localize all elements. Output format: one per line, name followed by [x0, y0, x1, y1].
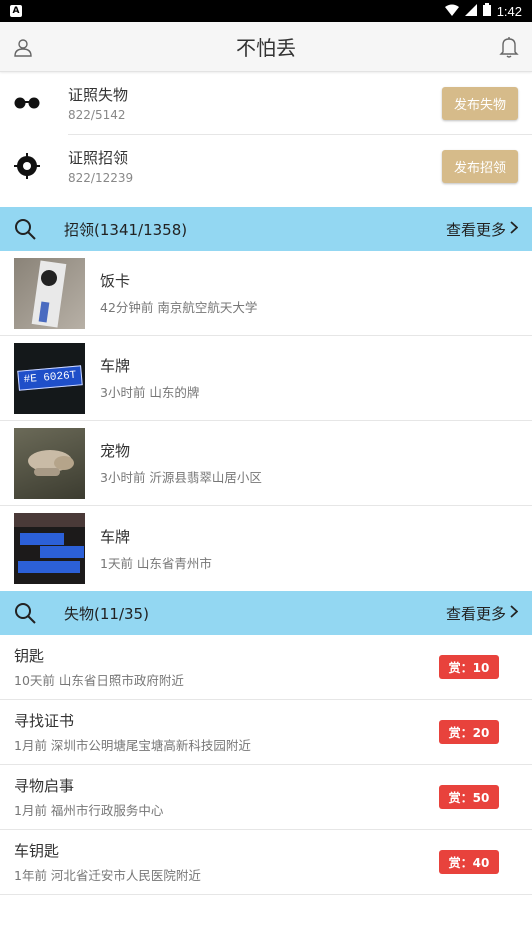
signal-icon [464, 3, 477, 19]
person-icon[interactable] [10, 34, 36, 60]
search-icon[interactable] [14, 218, 38, 240]
post-row-name: 证照招领 [68, 149, 129, 167]
post-row-found: 证照招领 822/12239 发布招领 [0, 135, 532, 197]
list-item[interactable]: 车牌 1天前 山东省青州市 [0, 506, 532, 591]
item-meta: 1月前 深圳市公明塘尾宝塘高新科技园附近 [14, 738, 251, 753]
post-found-button[interactable]: 发布招领 [441, 149, 518, 183]
target-icon [14, 153, 40, 179]
item-meta: 1月前 福州市行政服务中心 [14, 803, 164, 818]
list-item[interactable]: 宠物 3小时前 沂源县翡翠山居小区 [0, 421, 532, 506]
post-row-name: 证照失物 [68, 86, 129, 104]
wifi-icon [444, 4, 459, 19]
post-row-stat: 822/12239 [68, 171, 134, 185]
reward-badge: 赏：50 [439, 785, 499, 809]
post-row-stat: 822/5142 [68, 108, 126, 122]
card-photo [14, 257, 85, 329]
item-meta: 10天前 山东省日照市政府附近 [14, 673, 184, 688]
dog-photo [14, 427, 85, 499]
notification-icon: A [10, 5, 22, 17]
item-meta: 3小时前 山东的牌 [100, 385, 200, 400]
glasses-icon [14, 97, 40, 109]
clock: 1:42 [496, 3, 522, 19]
search-icon[interactable] [14, 602, 38, 624]
found-list: 饭卡 42分钟前 南京航空航天大学 #E 6026T 车牌 3小时前 山东的牌 … [0, 251, 532, 591]
item-title: 车牌 [100, 357, 131, 375]
found-view-more-link[interactable]: 查看更多 [445, 219, 519, 240]
lost-section-header: 失物(11/35) 查看更多 [0, 591, 532, 635]
chevron-right-icon [510, 220, 519, 238]
item-meta: 3小时前 沂源县翡翠山居小区 [100, 470, 262, 485]
post-lost-button[interactable]: 发布失物 [441, 86, 518, 120]
page-title: 不怕丢 [236, 36, 296, 60]
plate-text: #E 6026T [23, 369, 77, 386]
item-title: 车牌 [100, 527, 131, 546]
view-more-label: 查看更多 [445, 220, 506, 239]
plates-photo [14, 513, 85, 584]
reward-badge: 赏：40 [439, 850, 499, 874]
reward-badge: 赏：10 [439, 655, 499, 679]
item-title: 宠物 [100, 442, 131, 460]
reward-badge: 赏：20 [439, 720, 499, 744]
lost-list: 钥匙 10天前 山东省日照市政府附近 赏：10 寻找证书 1月前 深圳市公明塘尾… [0, 635, 532, 895]
list-item[interactable]: 寻物启事 1月前 福州市行政服务中心 赏：50 [0, 765, 532, 830]
lost-section-label: 失物(11/35) [64, 604, 149, 623]
item-title: 饭卡 [100, 272, 131, 290]
item-meta: 42分钟前 南京航空航天大学 [100, 300, 258, 315]
item-title: 车钥匙 [14, 842, 60, 860]
app-bar: 不怕丢 [0, 22, 532, 72]
post-row-lost: 证照失物 822/5142 发布失物 [0, 72, 532, 134]
status-bar: A 1:42 [0, 0, 532, 22]
item-title: 寻物启事 [14, 777, 75, 795]
lost-view-more-link[interactable]: 查看更多 [445, 603, 519, 624]
post-section: 证照失物 822/5142 发布失物 证照招领 822/12239 发布招领 [0, 72, 532, 207]
view-more-label: 查看更多 [445, 604, 506, 623]
found-section-header: 招领(1341/1358) 查看更多 [0, 207, 532, 251]
list-item[interactable]: 钥匙 10天前 山东省日照市政府附近 赏：10 [0, 635, 532, 700]
found-section-label: 招领(1341/1358) [64, 220, 188, 239]
chevron-right-icon [510, 604, 519, 622]
item-title: 寻找证书 [14, 712, 75, 730]
item-title: 钥匙 [14, 647, 45, 665]
battery-icon [482, 3, 491, 19]
license-plate-photo: #E 6026T [14, 342, 85, 414]
list-item[interactable]: 饭卡 42分钟前 南京航空航天大学 [0, 251, 532, 336]
item-meta: 1年前 河北省迁安市人民医院附近 [14, 868, 201, 883]
list-item[interactable]: 车钥匙 1年前 河北省迁安市人民医院附近 赏：40 [0, 830, 532, 895]
bell-icon[interactable] [496, 34, 522, 60]
list-item[interactable]: #E 6026T 车牌 3小时前 山东的牌 [0, 336, 532, 421]
item-meta: 1天前 山东省青州市 [100, 555, 212, 571]
list-item[interactable]: 寻找证书 1月前 深圳市公明塘尾宝塘高新科技园附近 赏：20 [0, 700, 532, 765]
